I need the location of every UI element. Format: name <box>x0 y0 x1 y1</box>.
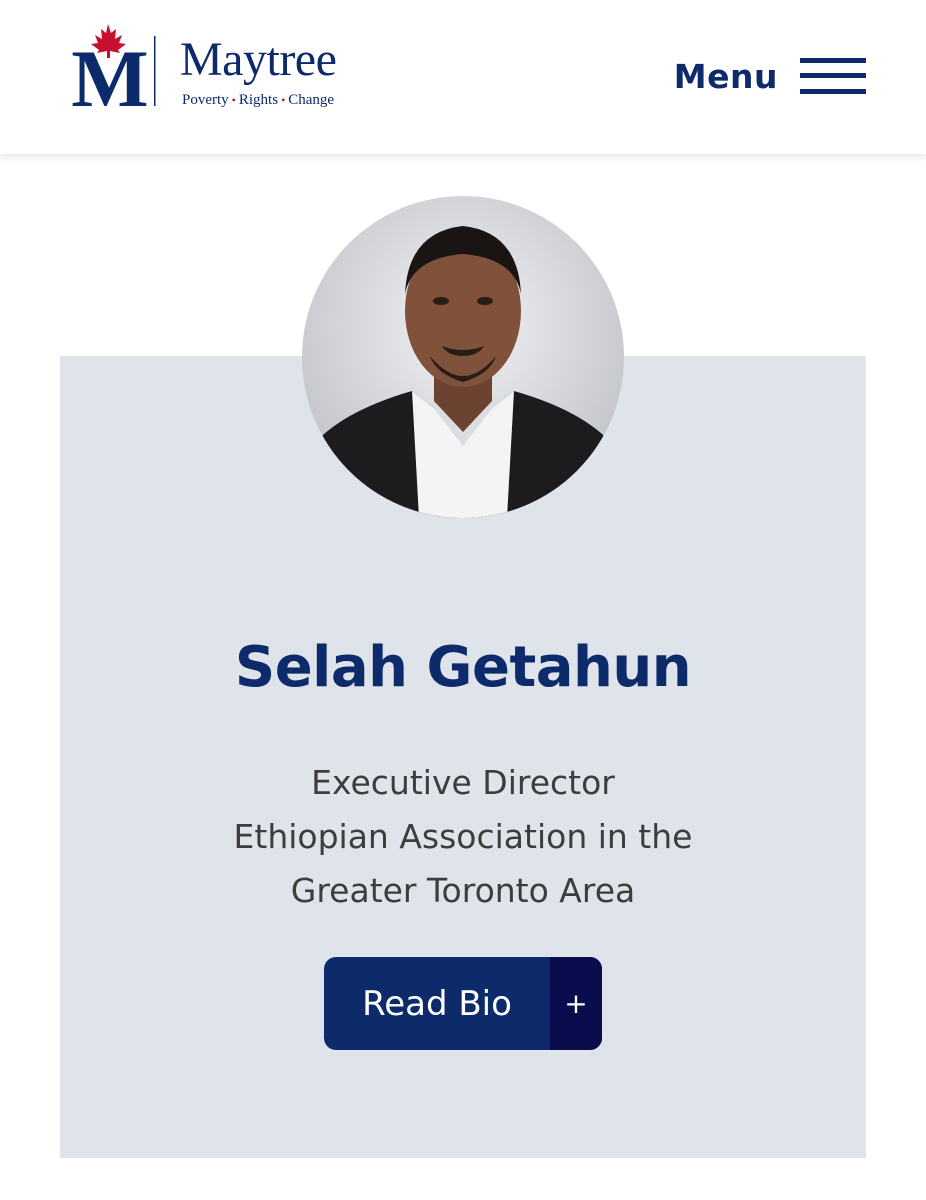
svg-text:M: M <box>71 33 148 110</box>
role-line: Executive Director <box>311 763 615 802</box>
tagline-change: Change <box>288 92 335 108</box>
role-line: Greater Toronto Area <box>290 871 636 910</box>
tagline-separator: • <box>281 93 286 107</box>
logo-wordmark: Maytree <box>180 33 337 86</box>
logo-mark: M <box>71 24 156 110</box>
profile-photo <box>302 196 624 518</box>
profile-role: Executive Director Ethiopian Association… <box>60 756 866 918</box>
hamburger-icon <box>800 55 866 97</box>
tagline-rights: Rights <box>238 92 279 108</box>
maytree-logo[interactable]: M Maytree Poverty • Rights • Change <box>62 22 362 112</box>
logo-tagline: Poverty • Rights • Change <box>182 92 334 108</box>
menu-label: Menu <box>673 56 778 96</box>
read-bio-button[interactable]: Read Bio + <box>324 957 602 1050</box>
profile-name: Selah Getahun <box>234 635 692 700</box>
plus-icon: + <box>550 957 602 1050</box>
role-line: Ethiopian Association in the <box>233 817 693 856</box>
site-header: M Maytree Poverty • Rights • Change Menu <box>0 0 926 154</box>
menu-button[interactable]: Menu <box>674 50 866 102</box>
tagline-separator: • <box>231 93 236 107</box>
tagline-poverty: Poverty <box>182 92 229 108</box>
read-bio-label: Read Bio <box>362 983 512 1024</box>
